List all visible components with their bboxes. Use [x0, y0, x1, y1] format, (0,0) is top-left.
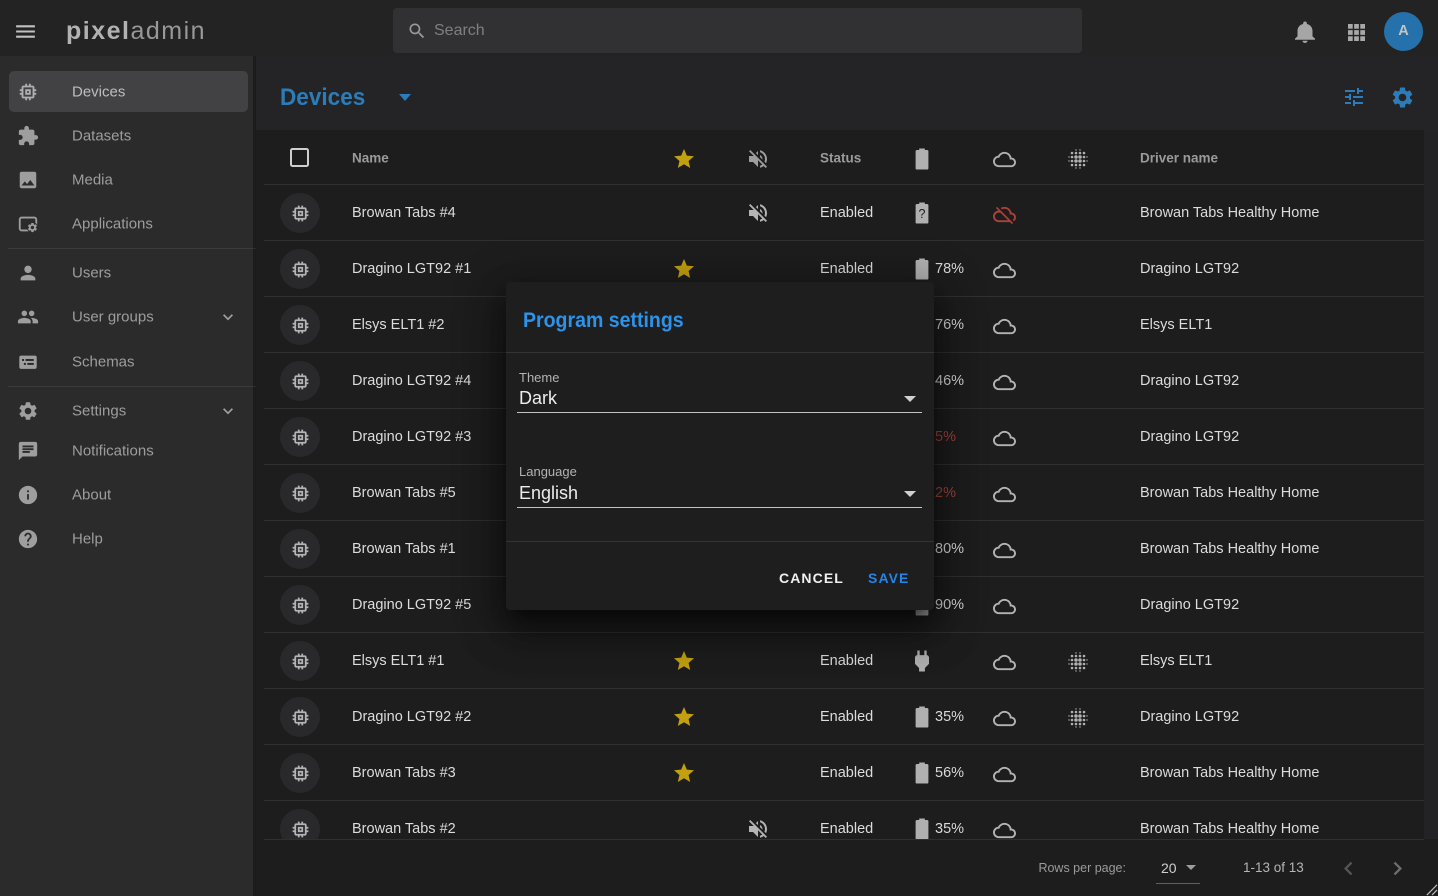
svg-text:?: ?	[919, 207, 926, 221]
